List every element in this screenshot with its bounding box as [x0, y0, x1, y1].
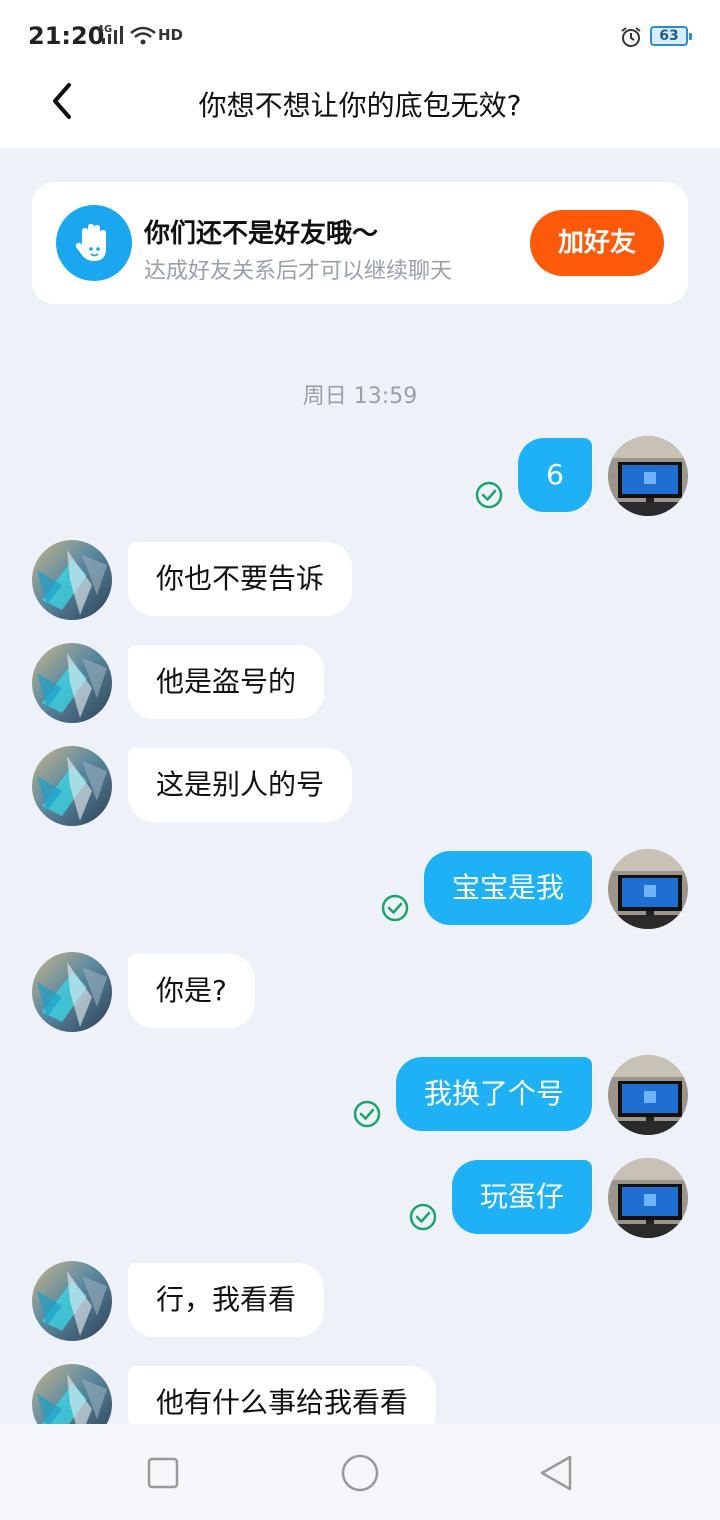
sent-message: 宝宝是我	[0, 849, 720, 929]
message-bubble[interactable]: 我换了个号	[395, 1057, 592, 1131]
battery-icon: 63	[650, 26, 692, 46]
message-bubble[interactable]: 玩蛋仔	[451, 1160, 592, 1234]
chat-title: 你想不想让你的底包无效?	[198, 89, 522, 122]
contact-avatar[interactable]	[32, 540, 112, 620]
contact-avatar[interactable]	[32, 643, 112, 723]
check-circle-icon	[475, 481, 503, 509]
check-circle-icon	[353, 1100, 381, 1128]
triangle-back-icon	[540, 1455, 572, 1491]
waving-hand-icon	[56, 205, 132, 281]
sent-message: 我换了个号	[0, 1055, 720, 1135]
signal-icon	[102, 26, 123, 44]
system-nav-bar	[0, 1424, 720, 1520]
contact-avatar[interactable]	[32, 1261, 112, 1341]
check-circle-icon	[409, 1203, 437, 1231]
message-bubble[interactable]: 你是?	[128, 954, 255, 1028]
add-friend-button[interactable]: 加好友	[530, 210, 664, 276]
chat-header: 你想不想让你的底包无效?	[0, 70, 720, 148]
received-message: 你也不要告诉	[0, 540, 720, 620]
message-bubble[interactable]: 宝宝是我	[423, 851, 592, 925]
sent-message: 6	[0, 436, 720, 516]
recent-apps-button[interactable]	[138, 1448, 188, 1498]
my-avatar[interactable]	[608, 849, 688, 929]
contact-avatar[interactable]	[32, 952, 112, 1032]
status-bar: 21:20 4G HD 63	[0, 0, 720, 70]
notice-subtitle: 达成好友关系后才可以继续聊天	[144, 259, 453, 284]
contact-avatar[interactable]	[32, 746, 112, 826]
alarm-icon	[621, 27, 641, 47]
message-bubble[interactable]: 6	[518, 438, 592, 512]
received-message: 行，我看看	[0, 1261, 720, 1341]
received-message: 你是?	[0, 952, 720, 1032]
my-avatar[interactable]	[608, 1055, 688, 1135]
message-bubble[interactable]: 你也不要告诉	[128, 542, 353, 616]
hd-indicator: HD	[158, 26, 184, 44]
message-bubble[interactable]: 这是别人的号	[128, 748, 353, 822]
message-bubble[interactable]: 行，我看看	[128, 1263, 325, 1337]
square-icon	[147, 1457, 179, 1489]
my-avatar[interactable]	[608, 436, 688, 516]
status-time: 21:20	[28, 22, 105, 50]
home-button[interactable]	[335, 1448, 385, 1498]
check-circle-icon	[381, 894, 409, 922]
wifi-icon	[130, 26, 156, 45]
battery-level: 63	[659, 28, 679, 44]
circle-icon	[341, 1454, 379, 1492]
notice-title: 你们还不是好友哦～	[144, 219, 379, 249]
my-avatar[interactable]	[608, 1158, 688, 1238]
received-message: 这是别人的号	[0, 746, 720, 826]
friend-notice-card: 你们还不是好友哦～ 达成好友关系后才可以继续聊天 加好友	[32, 182, 688, 304]
nav-back-button[interactable]	[531, 1448, 581, 1498]
top-bar: 21:20 4G HD 63 你想不想让你的底包无效?	[0, 0, 720, 148]
message-bubble[interactable]: 他是盗号的	[128, 645, 325, 719]
sent-message: 玩蛋仔	[0, 1158, 720, 1238]
message-timestamp: 周日 13:59	[302, 384, 418, 409]
chat-screen: 21:20 4G HD 63 你想不想让你的底包无效? 你们还不是好友哦～ 达成…	[0, 0, 720, 1520]
received-message: 他是盗号的	[0, 643, 720, 723]
